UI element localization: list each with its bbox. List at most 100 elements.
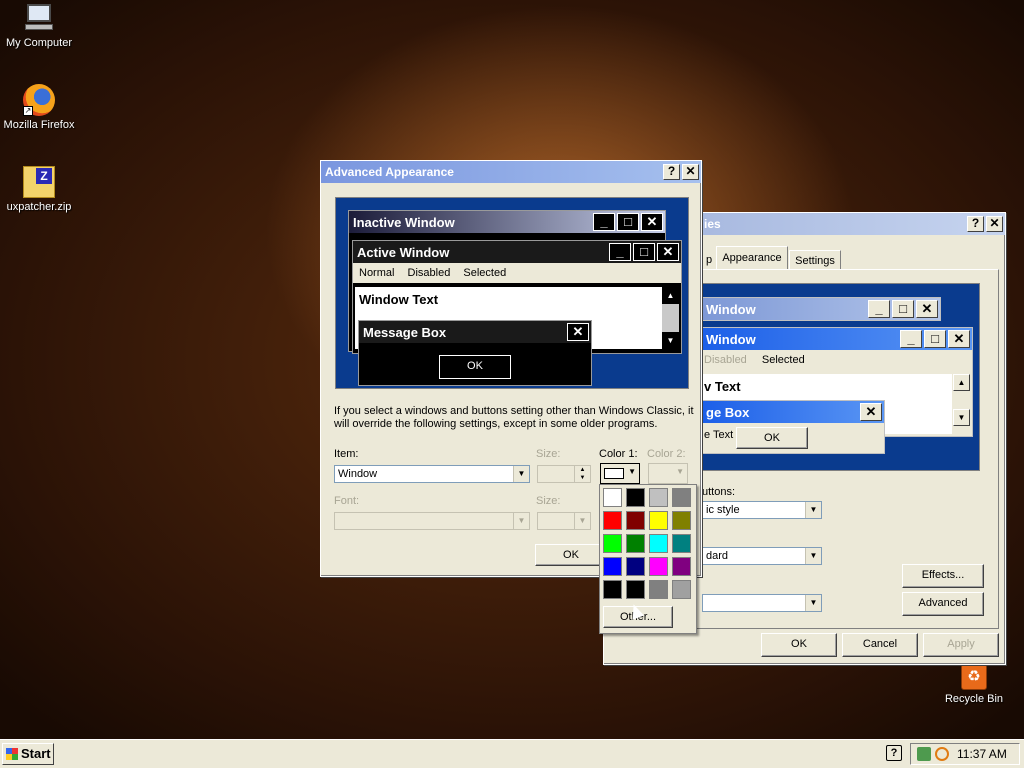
item-select[interactable]: Window ▼ <box>334 465 530 483</box>
preview-menu-selected: Selected <box>463 267 507 279</box>
firefox-icon: ↗ <box>23 84 55 116</box>
desktop-icon-firefox[interactable]: ↗ Mozilla Firefox <box>0 84 78 131</box>
preview-scrollbar: ▲ ▼ <box>953 374 970 426</box>
ok-button[interactable]: OK <box>535 544 607 566</box>
color-swatch[interactable] <box>672 511 691 530</box>
advanced-button[interactable]: Advanced <box>902 592 984 616</box>
chevron-down-icon: ▼ <box>513 466 529 482</box>
close-button[interactable]: ✕ <box>986 216 1003 232</box>
color-swatch[interactable] <box>672 488 691 507</box>
color1-button[interactable]: ▼ <box>600 463 640 484</box>
desktop-icon-uxpatcher[interactable]: Z uxpatcher.zip <box>0 166 78 213</box>
color-swatch[interactable] <box>626 488 645 507</box>
color1-label: Color 1: <box>599 448 638 460</box>
appearance-preview: Window _ □ ✕ Window _ □ ✕ Disabled Selec… <box>701 283 980 471</box>
font-label: Font: <box>334 495 360 507</box>
item-label: Item: <box>334 448 359 460</box>
desktop-icon-label: Recycle Bin <box>944 693 1004 705</box>
minimize-icon: _ <box>593 213 615 231</box>
font-size-select: ▼ <box>537 512 591 530</box>
color-swatch[interactable] <box>672 557 691 576</box>
minimize-icon: _ <box>900 330 922 348</box>
close-icon: ✕ <box>641 213 663 231</box>
scroll-up-icon: ▲ <box>953 374 970 391</box>
color2-label: Color 2: <box>647 448 686 460</box>
help-button[interactable]: ? <box>967 216 984 232</box>
apply-button[interactable]: Apply <box>923 633 999 657</box>
windows-logo-icon <box>6 748 18 760</box>
color-swatch[interactable] <box>626 580 645 599</box>
color-swatch[interactable] <box>672 580 691 599</box>
clock: 11:37 AM <box>957 747 1007 761</box>
close-icon: ✕ <box>916 300 938 318</box>
advanced-appearance-titlebar[interactable]: Advanced Appearance ? ✕ <box>321 161 701 183</box>
desktop-icon-my-computer[interactable]: My Computer <box>0 2 78 49</box>
color-scheme-select[interactable]: dard ▼ <box>702 547 822 565</box>
tab-appearance[interactable]: Appearance <box>716 246 788 270</box>
color-swatch[interactable] <box>603 557 622 576</box>
recycle-bin-icon: ♻ <box>961 664 987 690</box>
close-icon: ✕ <box>657 243 679 261</box>
color-swatch[interactable] <box>603 511 622 530</box>
color-swatch[interactable] <box>649 488 668 507</box>
desktop-icon-label: uxpatcher.zip <box>6 201 72 213</box>
ok-button[interactable]: OK <box>761 633 837 657</box>
desktop-icon-label: Mozilla Firefox <box>3 119 75 131</box>
minimize-icon: _ <box>868 300 890 318</box>
font-select: ▼ <box>334 512 530 530</box>
preview-menu-selected: Selected <box>761 354 805 366</box>
buttons-label: uttons: <box>702 486 736 498</box>
preview-msgbox-ok: OK <box>736 427 808 449</box>
font-size-select[interactable]: ▼ <box>702 594 822 612</box>
preview-message-box: Message Box ✕ OK <box>358 320 592 386</box>
close-icon: ✕ <box>860 403 882 421</box>
preview-menu-disabled: Disabled <box>407 267 451 279</box>
color-swatch[interactable] <box>626 534 645 553</box>
override-note: If you select a windows and buttons sett… <box>334 405 694 430</box>
preview-msgbox-text: e Text <box>704 429 734 441</box>
color-picker-popup: Other... <box>599 484 697 634</box>
help-icon[interactable]: ? <box>886 745 902 761</box>
maximize-icon: □ <box>633 243 655 261</box>
preview-active-title: Active Window <box>357 244 450 260</box>
effects-button[interactable]: Effects... <box>902 564 984 588</box>
chevron-down-icon: ▼ <box>805 548 821 564</box>
start-button[interactable]: Start <box>2 743 54 765</box>
tab-desktop[interactable]: p <box>702 250 716 270</box>
chevron-down-icon: ▼ <box>628 467 636 476</box>
tab-settings[interactable]: Settings <box>789 250 841 270</box>
system-tray: 11:37 AM <box>910 743 1020 765</box>
close-button[interactable]: ✕ <box>682 164 699 180</box>
chevron-down-icon: ▼ <box>805 502 821 518</box>
color-swatch[interactable] <box>649 557 668 576</box>
color-swatch[interactable] <box>603 534 622 553</box>
preview-msgbox-title: Message Box <box>363 324 447 340</box>
help-button[interactable]: ? <box>663 164 680 180</box>
color-swatch[interactable] <box>672 534 691 553</box>
color-swatch[interactable] <box>626 511 645 530</box>
cancel-button[interactable]: Cancel <box>842 633 918 657</box>
color-swatch[interactable] <box>649 511 668 530</box>
network-icon[interactable] <box>917 747 931 761</box>
size-label: Size: <box>536 448 561 460</box>
desktop-icon-label: My Computer <box>5 37 73 49</box>
preview-msgbox-title: ge Box <box>706 404 750 420</box>
computer-icon <box>23 2 55 34</box>
color2-button: ▼ <box>648 463 688 484</box>
color-swatch[interactable] <box>603 580 622 599</box>
scroll-down-icon: ▼ <box>953 409 970 426</box>
color-swatch[interactable] <box>649 534 668 553</box>
color-swatch[interactable] <box>626 557 645 576</box>
desktop-icon-recycle-bin[interactable]: ♻ Recycle Bin <box>935 664 1013 705</box>
preview-inactive-title: Inactive Window <box>353 214 455 230</box>
size-spinner: ▲ ▼ <box>537 465 591 483</box>
windows-buttons-select[interactable]: ic style ▼ <box>702 501 822 519</box>
advanced-preview: Inactive Window _ □ ✕ Active Window _ □ … <box>335 197 689 389</box>
color-swatch[interactable] <box>603 488 622 507</box>
chevron-down-icon: ▼ <box>513 513 529 529</box>
chevron-down-icon: ▼ <box>805 595 821 611</box>
search-icon[interactable] <box>935 747 949 761</box>
chevron-down-icon: ▼ <box>676 467 684 476</box>
color-swatch[interactable] <box>649 580 668 599</box>
font-size-label: Size: <box>536 495 561 507</box>
